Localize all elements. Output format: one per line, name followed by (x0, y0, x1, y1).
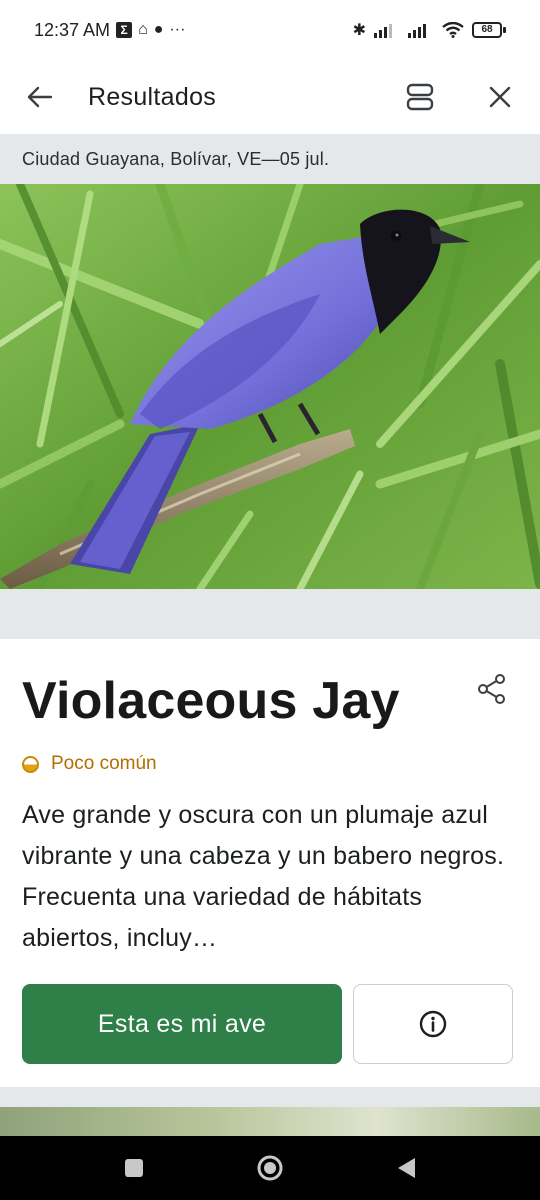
bluetooth-icon: ✱ (352, 22, 366, 39)
violaceous-jay-illustration (0, 184, 540, 589)
arrow-left-icon (27, 86, 53, 108)
this-is-my-bird-button[interactable]: Esta es mi ave (22, 984, 342, 1064)
rarity-label: Poco común (51, 753, 157, 774)
status-time: 12:37 AM (34, 19, 111, 40)
rarity-indicator: Poco común (22, 753, 157, 775)
battery-level: 68 (472, 22, 502, 38)
home-circle-icon (257, 1155, 283, 1181)
notification-sigma-icon: Σ (116, 22, 133, 38)
recents-button[interactable] (116, 1150, 152, 1186)
signal-icon (374, 24, 392, 38)
photo-spacer (0, 589, 540, 639)
back-triangle-icon (398, 1158, 415, 1178)
battery-icon: 68 (472, 22, 506, 38)
recents-square-icon (125, 1159, 143, 1177)
share-button[interactable] (474, 671, 510, 707)
close-button[interactable] (482, 79, 518, 115)
location-date: Ciudad Guayana, Bolívar, VE—05 jul. (0, 134, 540, 184)
back-nav-button[interactable] (388, 1150, 424, 1186)
next-result-card[interactable] (0, 1087, 540, 1136)
info-icon (419, 1010, 447, 1038)
signal-2-icon (408, 24, 426, 38)
wifi-icon (442, 22, 464, 38)
system-nav-bar (0, 1136, 540, 1200)
bird-description: Ave grande y oscura con un plumaje azul … (22, 801, 505, 952)
home-button[interactable] (252, 1150, 288, 1186)
home-notification-icon: ⌂ (138, 21, 148, 38)
soccer-ball-icon: ● (153, 21, 164, 38)
layout-toggle-icon (406, 83, 434, 111)
layout-toggle-button[interactable] (402, 79, 438, 115)
close-icon (489, 86, 511, 108)
share-icon (478, 674, 505, 704)
bird-name: Violaceous Jay (22, 672, 400, 730)
status-bar: 12:37 AM Σ ⌂ ● ··· ✱ 68 (0, 0, 540, 60)
bird-photo[interactable] (0, 184, 540, 589)
result-card: Violaceous Jay Poco común Ave grande y o… (0, 639, 540, 1087)
back-button[interactable] (22, 79, 58, 115)
page-title: Resultados (88, 82, 217, 111)
more-notifications-icon: ··· (169, 21, 186, 38)
app-bar: Resultados (0, 60, 540, 134)
next-result-photo (0, 1107, 540, 1136)
info-button[interactable] (353, 984, 513, 1064)
rarity-half-circle-icon (22, 755, 39, 773)
